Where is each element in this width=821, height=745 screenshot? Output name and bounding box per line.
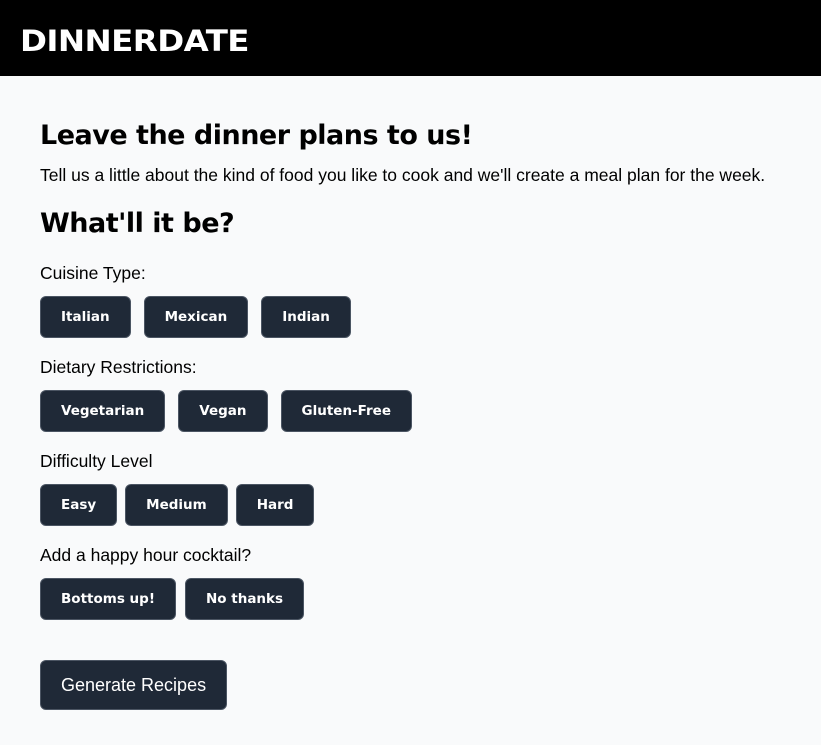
difficulty-level-options: Easy Medium Hard	[40, 484, 781, 526]
dietary-restrictions-group: Dietary Restrictions: Vegetarian Vegan G…	[40, 356, 781, 432]
main-content: Leave the dinner plans to us! Tell us a …	[0, 76, 821, 710]
diet-vegetarian-button[interactable]: Vegetarian	[40, 390, 166, 432]
diet-gluten-free-button[interactable]: Gluten-Free	[280, 390, 412, 432]
diet-vegan-button[interactable]: Vegan	[178, 390, 268, 432]
section-heading: What'll it be?	[40, 208, 235, 239]
cuisine-type-label: Cuisine Type:	[40, 263, 146, 283]
difficulty-level-label: Difficulty Level	[40, 451, 153, 471]
page-headline: Leave the dinner plans to us!	[40, 120, 473, 151]
cuisine-type-group: Cuisine Type: Italian Mexican Indian	[40, 262, 781, 338]
difficulty-hard-button[interactable]: Hard	[235, 484, 315, 526]
cocktail-yes-button[interactable]: Bottoms up!	[40, 578, 176, 620]
cuisine-italian-button[interactable]: Italian	[40, 296, 131, 338]
cocktail-group: Add a happy hour cocktail? Bottoms up! N…	[40, 544, 781, 620]
cuisine-type-options: Italian Mexican Indian	[40, 296, 781, 338]
dietary-restrictions-options: Vegetarian Vegan Gluten-Free	[40, 390, 781, 432]
cocktail-no-button[interactable]: No thanks	[184, 578, 305, 620]
cuisine-mexican-button[interactable]: Mexican	[143, 296, 249, 338]
app-header: DINNERDATE	[0, 0, 821, 76]
difficulty-easy-button[interactable]: Easy	[40, 484, 118, 526]
difficulty-level-group: Difficulty Level Easy Medium Hard	[40, 450, 781, 526]
intro-text: Tell us a little about the kind of food …	[40, 165, 766, 185]
difficulty-medium-button[interactable]: Medium	[125, 484, 228, 526]
cocktail-options: Bottoms up! No thanks	[40, 578, 781, 620]
dietary-restrictions-label: Dietary Restrictions:	[40, 357, 197, 377]
cuisine-indian-button[interactable]: Indian	[261, 296, 351, 338]
generate-recipes-button[interactable]: Generate Recipes	[40, 660, 228, 710]
generate-container: Generate Recipes	[40, 660, 781, 710]
cocktail-label: Add a happy hour cocktail?	[40, 545, 252, 565]
app-logo[interactable]: DINNERDATE	[20, 24, 249, 58]
